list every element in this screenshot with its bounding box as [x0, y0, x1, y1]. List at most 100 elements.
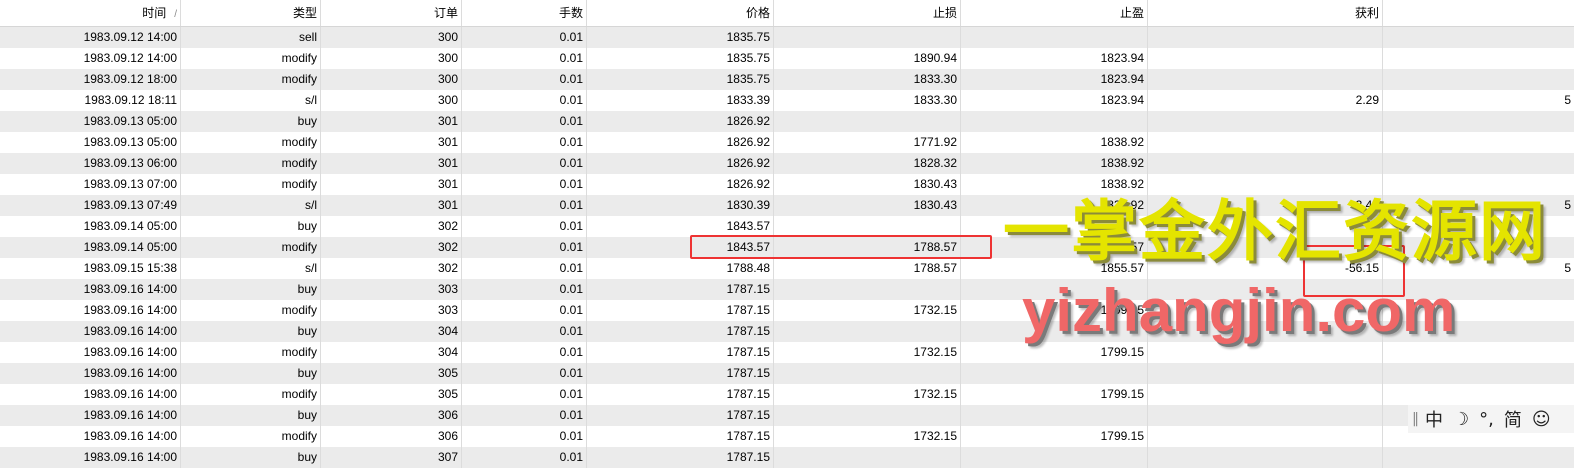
cell-tp: 1838.92: [961, 174, 1148, 195]
cell-lots: 0.01: [462, 111, 587, 132]
cell-order: 301: [321, 132, 462, 153]
table-row[interactable]: 1983.09.16 14:00 modify 305 0.01 1787.15 1732…: [0, 384, 1574, 405]
cell-profit: [1148, 48, 1383, 69]
moon-icon[interactable]: ☽: [1453, 409, 1469, 430]
cell-order: 303: [321, 279, 462, 300]
cell-order: 300: [321, 90, 462, 111]
ime-mode-button[interactable]: 中: [1425, 406, 1443, 432]
cell-sl: 1771.92: [774, 132, 961, 153]
table-row[interactable]: 1983.09.13 07:00 modify 301 0.01 1826.92 1830…: [0, 174, 1574, 195]
cell-sl: 1830.43: [774, 195, 961, 216]
header-type[interactable]: 类型: [181, 0, 321, 26]
table-row[interactable]: 1983.09.13 06:00 modify 301 0.01 1826.92 1828…: [0, 153, 1574, 174]
cell-sl: [774, 279, 961, 300]
header-lots[interactable]: 手数: [462, 0, 587, 26]
cell-balance: [1383, 153, 1574, 174]
table-row[interactable]: 1983.09.16 14:00 buy 306 0.01 1787.15: [0, 405, 1574, 426]
header-label: 止损: [932, 6, 957, 20]
header-tp[interactable]: 止盈: [961, 0, 1148, 26]
cell-sl: [774, 363, 961, 384]
cell-order: 306: [321, 405, 462, 426]
table-row[interactable]: 1983.09.16 14:00 modify 306 0.01 1787.15 1732…: [0, 426, 1574, 447]
cell-balance: [1383, 447, 1574, 468]
cell-tp: [961, 405, 1148, 426]
cell-type: s/l: [181, 195, 321, 216]
cell-sl: [774, 447, 961, 468]
ime-drag-handle[interactable]: ‖: [1412, 411, 1419, 427]
cell-time: 1983.09.16 14:00: [0, 447, 181, 468]
emoji-icon[interactable]: ☺: [1532, 409, 1551, 430]
cell-time: 1983.09.16 14:00: [0, 321, 181, 342]
cell-balance: 5: [1564, 93, 1571, 107]
header-sl[interactable]: 止损: [774, 0, 961, 26]
cell-sl: 1732.15: [774, 384, 961, 405]
header-balance[interactable]: [1383, 0, 1574, 26]
table-row[interactable]: 1983.09.14 05:00 buy 302 0.01 1843.57: [0, 216, 1574, 237]
cell-price: 1826.92: [587, 174, 774, 195]
cell-profit: [1148, 447, 1383, 468]
cell-time: 1983.09.13 06:00: [0, 153, 181, 174]
cell-price: 1833.39: [587, 90, 774, 111]
cell-order: 304: [321, 321, 462, 342]
cell-type: buy: [181, 363, 321, 384]
cell-balance: [1383, 363, 1574, 384]
cell-sl: 1788.57: [774, 258, 961, 279]
cell-time: 1983.09.16 14:00: [0, 405, 181, 426]
table-row[interactable]: 1983.09.12 14:00 modify 300 0.01 1835.75 1890…: [0, 48, 1574, 69]
cell-price: 1843.57: [587, 216, 774, 237]
ime-toolbar[interactable]: ‖ 中 ☽ °, 简 ☺: [1408, 405, 1574, 433]
table-row[interactable]: 1983.09.16 14:00 buy 307 0.01 1787.15: [0, 447, 1574, 468]
cell-time: 1983.09.13 05:00: [0, 132, 181, 153]
cell-order: 300: [321, 27, 462, 48]
cell-time: 1983.09.12 18:11: [0, 90, 181, 111]
cell-tp: [961, 27, 1148, 48]
cell-sl: 1732.15: [774, 300, 961, 321]
cell-order: 303: [321, 300, 462, 321]
cell-lots: 0.01: [462, 69, 587, 90]
table-row[interactable]: 1983.09.12 14:00 sell 300 0.01 1835.75: [0, 27, 1574, 48]
cell-time: 1983.09.13 07:49: [0, 195, 181, 216]
table-row[interactable]: 1983.09.16 14:00 buy 304 0.01 1787.15: [0, 321, 1574, 342]
cell-tp: [961, 111, 1148, 132]
cell-price: 1787.15: [587, 279, 774, 300]
cell-time: 1983.09.16 14:00: [0, 300, 181, 321]
cell-lots: 0.01: [462, 405, 587, 426]
table-row[interactable]: 1983.09.16 14:00 modify 304 0.01 1787.15 1732…: [0, 342, 1574, 363]
cell-lots: 0.01: [462, 363, 587, 384]
cell-lots: 0.01: [462, 174, 587, 195]
header-label: 价格: [745, 6, 770, 20]
cell-profit: 3.40: [1148, 195, 1383, 216]
table-row[interactable]: 1983.09.16 14:00 modify 303 0.01 1787.15 1732…: [0, 300, 1574, 321]
cell-sl: [774, 321, 961, 342]
header-order[interactable]: 订单: [321, 0, 462, 26]
cell-order: 306: [321, 426, 462, 447]
cell-lots: 0.01: [462, 384, 587, 405]
table-row[interactable]: 1983.09.13 05:00 buy 301 0.01 1826.92: [0, 111, 1574, 132]
cell-tp: 1823.94: [961, 48, 1148, 69]
table-row[interactable]: 1983.09.13 05:00 modify 301 0.01 1826.92 1771…: [0, 132, 1574, 153]
cell-price: 1787.15: [587, 363, 774, 384]
header-time[interactable]: 时间 /: [0, 0, 181, 26]
table-row[interactable]: 1983.09.12 18:00 modify 300 0.01 1835.75 1833…: [0, 69, 1574, 90]
cell-profit: [1148, 132, 1383, 153]
table-row[interactable]: 1983.09.13 07:49 s/l 301 0.01 1830.39 1830.43…: [0, 195, 1574, 216]
ime-punct-button[interactable]: °,: [1479, 409, 1494, 430]
cell-price: 1787.15: [587, 405, 774, 426]
cell-tp: 1838.92: [961, 153, 1148, 174]
table-row[interactable]: 1983.09.12 18:11 s/l 300 0.01 1833.39 1833.30…: [0, 90, 1574, 111]
ime-script-button[interactable]: 简: [1504, 406, 1522, 432]
cell-tp: 1855.57: [961, 258, 1148, 279]
cell-price: 1835.75: [587, 27, 774, 48]
header-price[interactable]: 价格: [587, 0, 774, 26]
cell-lots: 0.01: [462, 48, 587, 69]
cell-profit: [1148, 384, 1383, 405]
cell-balance: 5: [1564, 261, 1571, 275]
cell-time: 1983.09.16 14:00: [0, 279, 181, 300]
cell-type: modify: [181, 174, 321, 195]
cell-profit: 2.29: [1148, 90, 1383, 111]
cell-lots: 0.01: [462, 195, 587, 216]
table-row[interactable]: 1983.09.16 14:00 buy 305 0.01 1787.15: [0, 363, 1574, 384]
table-header: 时间 / 类型 订单 手数 价格 止损 止盈 获利: [0, 0, 1574, 27]
header-profit[interactable]: 获利: [1148, 0, 1383, 26]
cell-balance: [1383, 69, 1574, 90]
